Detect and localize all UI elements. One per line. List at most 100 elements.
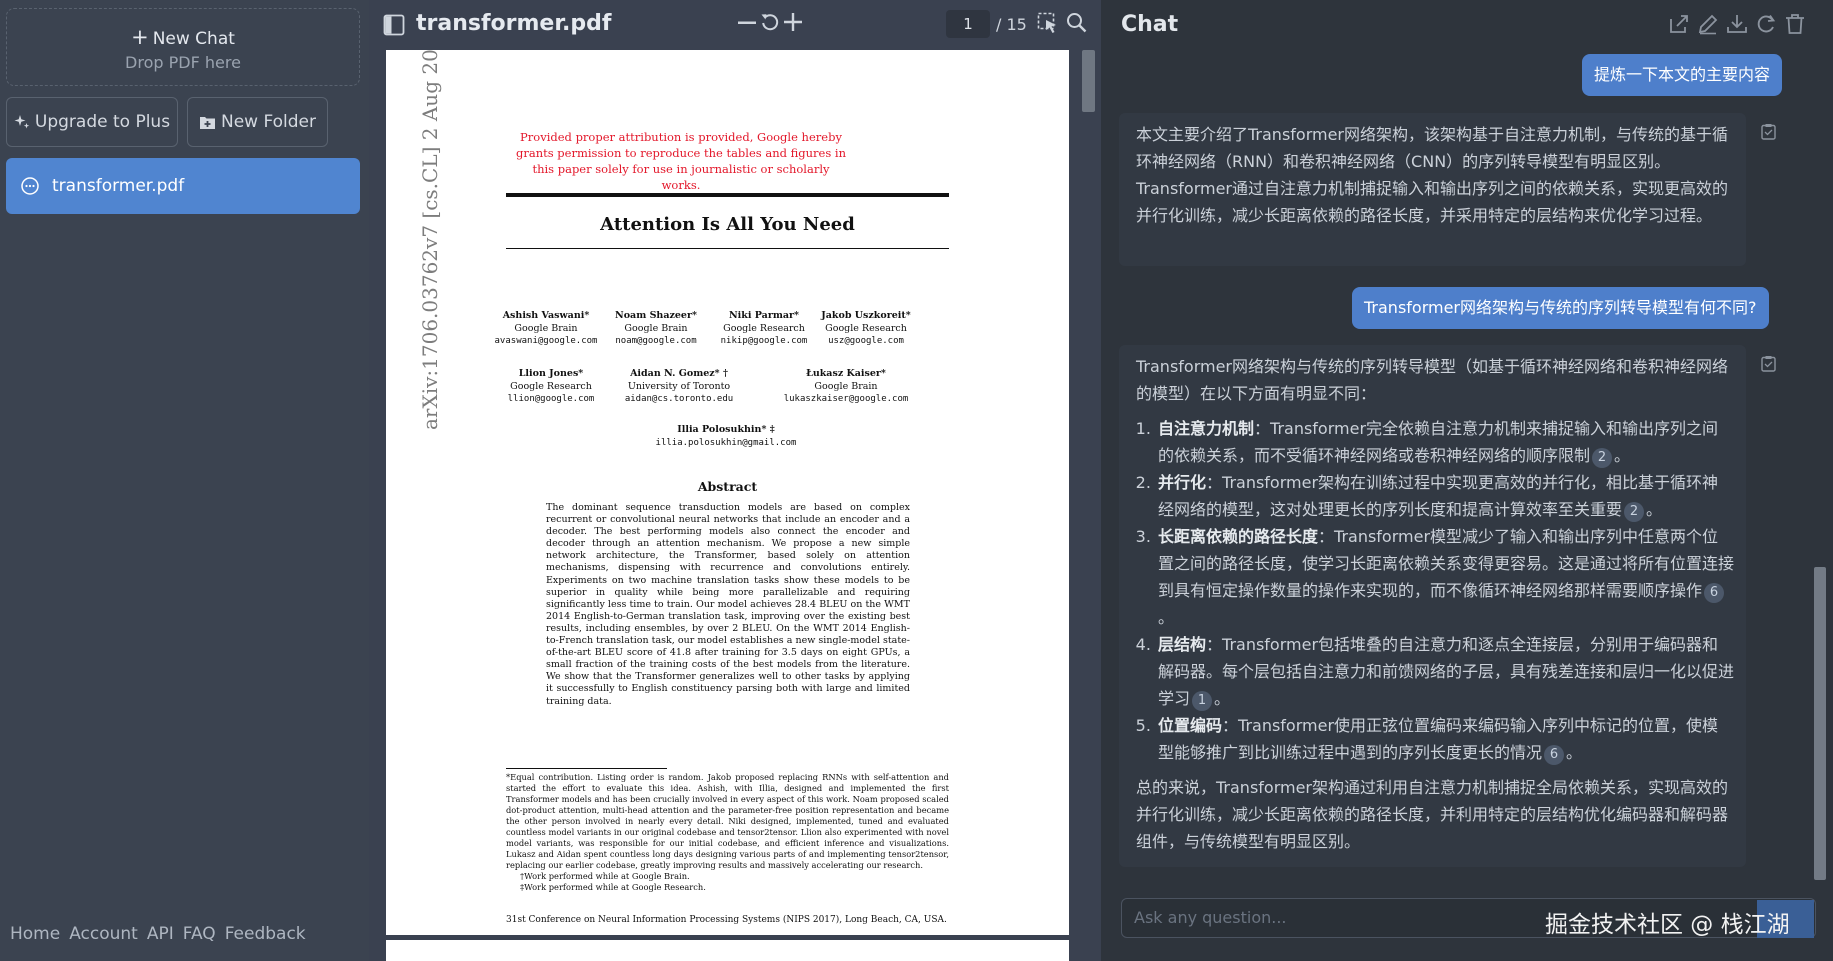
- selection-cursor-icon[interactable]: [1037, 12, 1059, 34]
- author-name: Jakob Uszkoreit*: [821, 310, 911, 321]
- edit-icon[interactable]: [1697, 13, 1719, 35]
- assistant-intro: Transformer网络架构与传统的序列转导模型（如基于循环神经网络和卷积神经…: [1136, 357, 1729, 403]
- list-item-title: 长距离依赖的路径长度: [1158, 527, 1319, 546]
- author-name: Illia Polosukhin* ‡: [677, 424, 775, 435]
- zoom-out-icon[interactable]: [738, 21, 756, 25]
- viewer-scroll-thumb[interactable]: [1082, 50, 1095, 112]
- list-item-title: 并行化: [1158, 473, 1207, 492]
- list-item-text: ：Transformer使用正弦位置编码来编码输入序列中标记的位置，使模型能够推…: [1158, 716, 1719, 762]
- pdf-file-name: transformer.pdf: [416, 11, 612, 36]
- arxiv-stamp: arXiv:1706.03762v7 [cs.CL] 2 Aug 2023: [418, 50, 442, 430]
- author-block: Łukasz Kaiser* Google Brain lukaszkaiser@g…: [771, 368, 921, 406]
- author-email: avaswani@google.com: [494, 336, 598, 346]
- list-item-end: 。: [1646, 500, 1663, 519]
- permission-notice: Provided proper attribution is provided,…: [516, 130, 847, 192]
- footer-link-feedback[interactable]: Feedback: [225, 924, 306, 944]
- drop-pdf-hint: Drop PDF here: [125, 53, 241, 72]
- plus-icon: +: [131, 25, 149, 49]
- list-item-end: 。: [1214, 689, 1231, 708]
- assistant-conclusion: 总的来说，Transformer架构通过利用自注意力机制捕捉全局依赖关系，实现高…: [1136, 778, 1729, 851]
- app-root: + New Chat Drop PDF here Upgrade to Plus …: [0, 0, 1833, 961]
- author-name: Llion Jones*: [518, 368, 584, 379]
- footer-link-faq[interactable]: FAQ: [183, 924, 216, 944]
- footnote-contribution: *Equal contribution. Listing order is ra…: [506, 772, 949, 870]
- clipboard-icon[interactable]: [1761, 355, 1776, 372]
- trash-icon[interactable]: [1784, 13, 1806, 35]
- watermark: 掘金技术社区 @ 栈江湖: [1545, 912, 1790, 938]
- upgrade-button[interactable]: Upgrade to Plus: [6, 97, 178, 147]
- list-item: 层结构：Transformer包括堆叠的自注意力和逐点全连接层，分别用于编码器和…: [1156, 631, 1734, 712]
- refresh-icon[interactable]: [1755, 13, 1777, 35]
- difference-list: 自注意力机制：Transformer完全依赖自注意力机制来捕捉输入和输出序列之间…: [1156, 415, 1734, 766]
- author-email: illia.polosukhin@gmail.com: [655, 437, 797, 448]
- author-affil: Google Research: [825, 322, 907, 334]
- file-item-transformer[interactable]: transformer.pdf: [6, 158, 360, 214]
- citation-badge[interactable]: 2: [1592, 448, 1613, 468]
- paper-title: Attention Is All You Need: [600, 214, 855, 235]
- list-item: 长距离依赖的路径长度：Transformer模型减少了输入和输出序列中任意两个位…: [1156, 523, 1734, 631]
- user-message: 提炼一下本文的主要内容: [1582, 54, 1783, 96]
- new-chat-dropzone[interactable]: + New Chat Drop PDF here: [6, 8, 360, 86]
- new-chat-button[interactable]: + New Chat: [7, 25, 359, 49]
- conference-note: 31st Conference on Neural Information Pr…: [506, 915, 947, 925]
- author-block: Aidan N. Gomez* † University of Toronto ai…: [604, 368, 754, 406]
- sidebar-toggle-icon[interactable]: [383, 14, 405, 36]
- author-email: noam@google.com: [615, 336, 697, 346]
- zoom-in-icon[interactable]: [783, 12, 803, 32]
- new-chat-label: New Chat: [152, 29, 235, 49]
- footnote-research: ‡Work performed while at Google Research…: [520, 882, 706, 892]
- author-name: Noam Shazeer*: [615, 310, 697, 321]
- citation-badge[interactable]: 2: [1624, 502, 1645, 522]
- assistant-message: 本文主要介绍了Transformer网络架构，该架构基于自注意力机制，与传统的基…: [1119, 113, 1776, 266]
- folder-plus-icon: [199, 116, 215, 129]
- footer-link-home[interactable]: Home: [10, 924, 60, 944]
- list-item-title: 层结构: [1158, 635, 1207, 654]
- author-affil: Google Research: [510, 380, 592, 392]
- pdf-viewer: transformer.pdf 1 / 15 Provided proper a…: [369, 0, 1101, 961]
- chat-bubble-icon: [21, 177, 39, 195]
- footnotes: *Equal contribution. Listing order is ra…: [506, 772, 949, 893]
- abstract-heading: Abstract: [697, 479, 758, 494]
- footer-links: Home Account API FAQ Feedback: [10, 924, 306, 944]
- viewer-scrollbar[interactable]: [1080, 50, 1096, 958]
- title-rule-bottom: [506, 248, 949, 249]
- author-name: Ashish Vaswani*: [502, 310, 590, 321]
- list-item: 位置编码：Transformer使用正弦位置编码来编码输入序列中标记的位置，使模…: [1156, 712, 1734, 766]
- new-folder-button[interactable]: New Folder: [187, 97, 328, 147]
- clipboard-icon[interactable]: [1761, 123, 1776, 140]
- chat-scrollbar[interactable]: [1814, 60, 1826, 880]
- citation-badge[interactable]: 6: [1544, 745, 1565, 765]
- download-icon[interactable]: [1726, 13, 1748, 35]
- author-block: Llion Jones* Google Research llion@google.…: [491, 368, 611, 406]
- assistant-message: Transformer网络架构与传统的序列转导模型（如基于循环神经网络和卷积神经…: [1119, 345, 1776, 867]
- author-block: Noam Shazeer* Google Brain noam@google.com: [596, 310, 716, 348]
- author-email: lukaszkaiser@google.com: [783, 394, 909, 404]
- title-rule-top: [506, 193, 949, 197]
- footer-link-account[interactable]: Account: [69, 924, 138, 944]
- author-name: Łukasz Kaiser*: [806, 368, 886, 379]
- sidebar: + New Chat Drop PDF here Upgrade to Plus …: [0, 0, 369, 961]
- rotate-icon[interactable]: [760, 12, 780, 32]
- pdf-page: Provided proper attribution is provided,…: [386, 50, 1069, 935]
- author-affil: Google Brain: [624, 322, 688, 334]
- new-folder-label: New Folder: [220, 112, 317, 132]
- file-item-label: transformer.pdf: [52, 176, 185, 196]
- footnote-rule: [506, 768, 667, 769]
- sparkle-icon: [14, 115, 30, 129]
- author-block: Ashish Vaswani* Google Brain avaswani@goog…: [486, 310, 606, 348]
- share-icon[interactable]: [1668, 13, 1690, 35]
- list-item-title: 自注意力机制: [1158, 419, 1255, 438]
- list-item: 自注意力机制：Transformer完全依赖自注意力机制来捕捉输入和输出序列之间…: [1156, 415, 1734, 469]
- chat-title: Chat: [1121, 12, 1179, 37]
- author-email: usz@google.com: [828, 336, 904, 346]
- footnote-brain: †Work performed while at Google Brain.: [520, 871, 690, 881]
- search-icon[interactable]: [1066, 12, 1087, 33]
- assistant-message-text: 本文主要介绍了Transformer网络架构，该架构基于自注意力机制，与传统的基…: [1136, 125, 1729, 225]
- citation-badge[interactable]: 6: [1704, 583, 1725, 603]
- chat-scroll-thumb[interactable]: [1814, 567, 1826, 880]
- page-number-input[interactable]: 1: [946, 10, 990, 38]
- citation-badge[interactable]: 1: [1192, 691, 1213, 711]
- author-block: Jakob Uszkoreit* Google Research usz@googl…: [806, 310, 926, 348]
- footer-link-api[interactable]: API: [147, 924, 174, 944]
- user-message: Transformer网络架构与传统的序列转导模型有何不同?: [1352, 287, 1769, 329]
